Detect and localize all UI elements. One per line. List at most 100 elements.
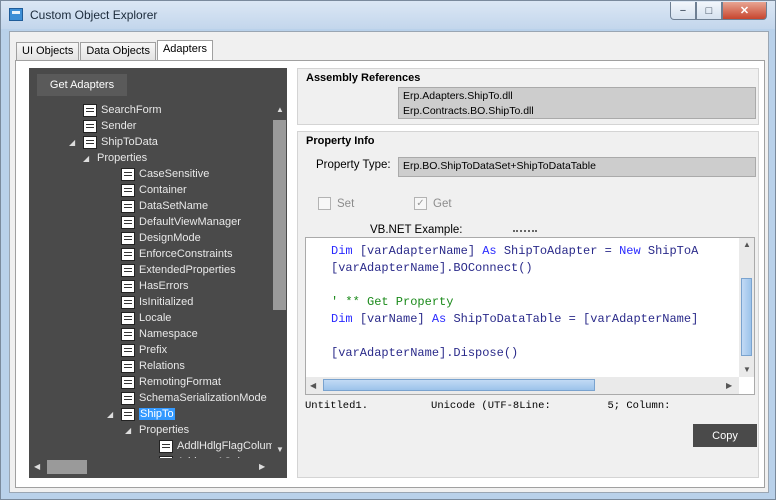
tree-node[interactable]: ◢ Properties	[83, 150, 147, 166]
tree-node[interactable]: Relations	[107, 358, 185, 374]
editor-horizontal-scrollbar[interactable]: ◀ ▶	[306, 377, 739, 394]
tree-vscroll-thumb[interactable]	[273, 120, 286, 310]
window-title: Custom Object Explorer	[30, 8, 158, 22]
editor-hscroll-thumb[interactable]	[323, 379, 595, 391]
code-editor[interactable]: Dim [varAdapterName] As ShipToAdapter = …	[305, 237, 755, 395]
code-token: ' ** Get Property	[331, 295, 454, 309]
tree-node-label: IsInitialized	[139, 296, 194, 308]
tab-data-objects[interactable]: Data Objects	[80, 42, 156, 60]
tree-node[interactable]: SearchForm	[69, 102, 162, 118]
vbnet-example-label: VB.NET Example:	[370, 224, 463, 236]
close-button[interactable]: ✕	[722, 2, 767, 20]
expand-arrow-icon[interactable]: ◢	[83, 154, 93, 163]
splitter-grip[interactable]	[513, 230, 537, 235]
tree-node-label: Relations	[139, 360, 185, 372]
adapter-tree: SearchForm Sender ◢ ShipToData ◢ Properties Ca…	[29, 102, 272, 458]
tree-node[interactable]: SchemaSerializationMode	[107, 390, 267, 406]
property-icon	[121, 183, 135, 197]
code-token: As	[431, 312, 454, 326]
scroll-up-icon[interactable]: ▲	[276, 105, 284, 114]
maximize-button[interactable]: □	[696, 2, 722, 20]
code-token: New	[619, 244, 648, 258]
property-icon	[121, 359, 135, 373]
tab-adapters[interactable]: Adapters	[156, 40, 213, 61]
editor-vertical-scrollbar[interactable]: ▲ ▼	[739, 238, 754, 377]
scroll-down-icon[interactable]: ▼	[743, 365, 751, 374]
set-checkbox[interactable]: Set	[318, 197, 354, 210]
tree-node[interactable]: ExtendedProperties	[107, 262, 236, 278]
app-window: Custom Object Explorer − □ ✕ UI Objects …	[0, 0, 776, 500]
property-icon	[83, 119, 97, 133]
property-icon	[121, 375, 135, 389]
tree-hscroll-thumb[interactable]	[47, 460, 87, 474]
property-icon	[121, 295, 135, 309]
tree-node[interactable]: DefaultViewManager	[107, 214, 241, 230]
minimize-button[interactable]: −	[670, 2, 696, 20]
expand-arrow-icon[interactable]: ◢	[125, 426, 135, 435]
tree-node-label: Namespace	[139, 328, 198, 340]
editor-vscroll-thumb[interactable]	[741, 278, 752, 356]
tree-horizontal-scrollbar[interactable]: ◀ ▶	[29, 458, 287, 476]
scroll-left-icon[interactable]: ◀	[34, 462, 40, 471]
tree-node[interactable]: Locale	[107, 310, 171, 326]
tree-node-label: ShipToData	[101, 136, 158, 148]
tab-ui-objects[interactable]: UI Objects	[16, 42, 80, 60]
code-token: ShipToAdapter =	[503, 244, 620, 258]
assembly-item: Erp.Adapters.ShipTo.dll	[403, 90, 513, 102]
tree-node-label: ExtendedProperties	[139, 264, 236, 276]
tree-node[interactable]: Prefix	[107, 342, 167, 358]
tree-node[interactable]: Sender	[69, 118, 136, 134]
property-type-field: Erp.BO.ShipToDataSet+ShipToDataTable	[398, 157, 756, 177]
code-token: [varName]	[359, 312, 432, 326]
tree-node-label: Sender	[101, 120, 137, 132]
tree-node[interactable]: RemotingFormat	[107, 374, 221, 390]
code-token: [varAdapterName].BOConnect()	[331, 261, 533, 275]
code-line: [varAdapterName].Dispose()	[331, 346, 518, 362]
tab-strip: UI Objects Data Objects Adapters	[16, 40, 214, 61]
property-icon	[121, 279, 135, 293]
property-icon	[121, 311, 135, 325]
scroll-up-icon[interactable]: ▲	[743, 240, 751, 249]
tree-node[interactable]: ◢ ShipToData	[69, 134, 158, 150]
editor-status-bar: Untitled1. Unicode (UTF-8Line: 5; Column…	[305, 400, 671, 412]
scroll-right-icon[interactable]: ▶	[259, 462, 265, 471]
tree-node[interactable]: DataSetName	[107, 198, 208, 214]
tree-node-label: Container	[139, 184, 187, 196]
property-icon	[83, 135, 97, 149]
tree-node[interactable]: HasErrors	[107, 278, 189, 294]
scroll-down-icon[interactable]: ▼	[276, 445, 284, 454]
get-adapters-button[interactable]: Get Adapters	[37, 74, 127, 96]
tree-node[interactable]: Container	[107, 182, 187, 198]
code-token: [varAdapterName].Dispose()	[331, 346, 519, 360]
tree-node[interactable]: AddlHdlgFlagColumn	[145, 438, 272, 454]
expand-arrow-icon[interactable]: ◢	[69, 138, 79, 147]
property-icon	[121, 199, 135, 213]
scroll-left-icon[interactable]: ◀	[310, 381, 316, 390]
tree-node[interactable]: ◢ Properties	[125, 422, 189, 438]
tree-node-label: SearchForm	[101, 104, 162, 116]
tree-node-label: EnforceConstraints	[139, 248, 233, 260]
app-icon	[9, 8, 23, 21]
property-icon	[83, 103, 97, 117]
tree-node[interactable]: EnforceConstraints	[107, 246, 233, 262]
code-line: [varAdapterName].BOConnect()	[331, 261, 533, 277]
tree-node-label: DesignMode	[139, 232, 201, 244]
get-checkbox[interactable]: ✓ Get	[414, 197, 452, 210]
tree-node[interactable]: IsInitialized	[107, 294, 193, 310]
expand-arrow-icon[interactable]: ◢	[107, 410, 117, 419]
scroll-right-icon[interactable]: ▶	[726, 381, 732, 390]
tree-node-label: Locale	[139, 312, 172, 324]
tree-vertical-scrollbar[interactable]: ▲ ▼	[272, 102, 287, 458]
tree-node[interactable]: Namespace	[107, 326, 198, 342]
tree-node[interactable]: DesignMode	[107, 230, 201, 246]
tree-node-label: Properties	[97, 152, 148, 164]
tree-node-label: DataSetName	[139, 200, 209, 212]
code-token: ShipToDataTable = [varAdapterName]	[453, 312, 699, 326]
get-label: Get	[433, 197, 452, 210]
checkbox-unchecked-icon	[318, 197, 331, 210]
set-label: Set	[337, 197, 355, 210]
tree-node-label: AddlHdlgFlagColumn	[177, 440, 272, 452]
copy-button[interactable]: Copy	[693, 424, 757, 447]
tree-node[interactable]: ◢ ShipTo	[107, 406, 175, 422]
tree-node[interactable]: CaseSensitive	[107, 166, 209, 182]
